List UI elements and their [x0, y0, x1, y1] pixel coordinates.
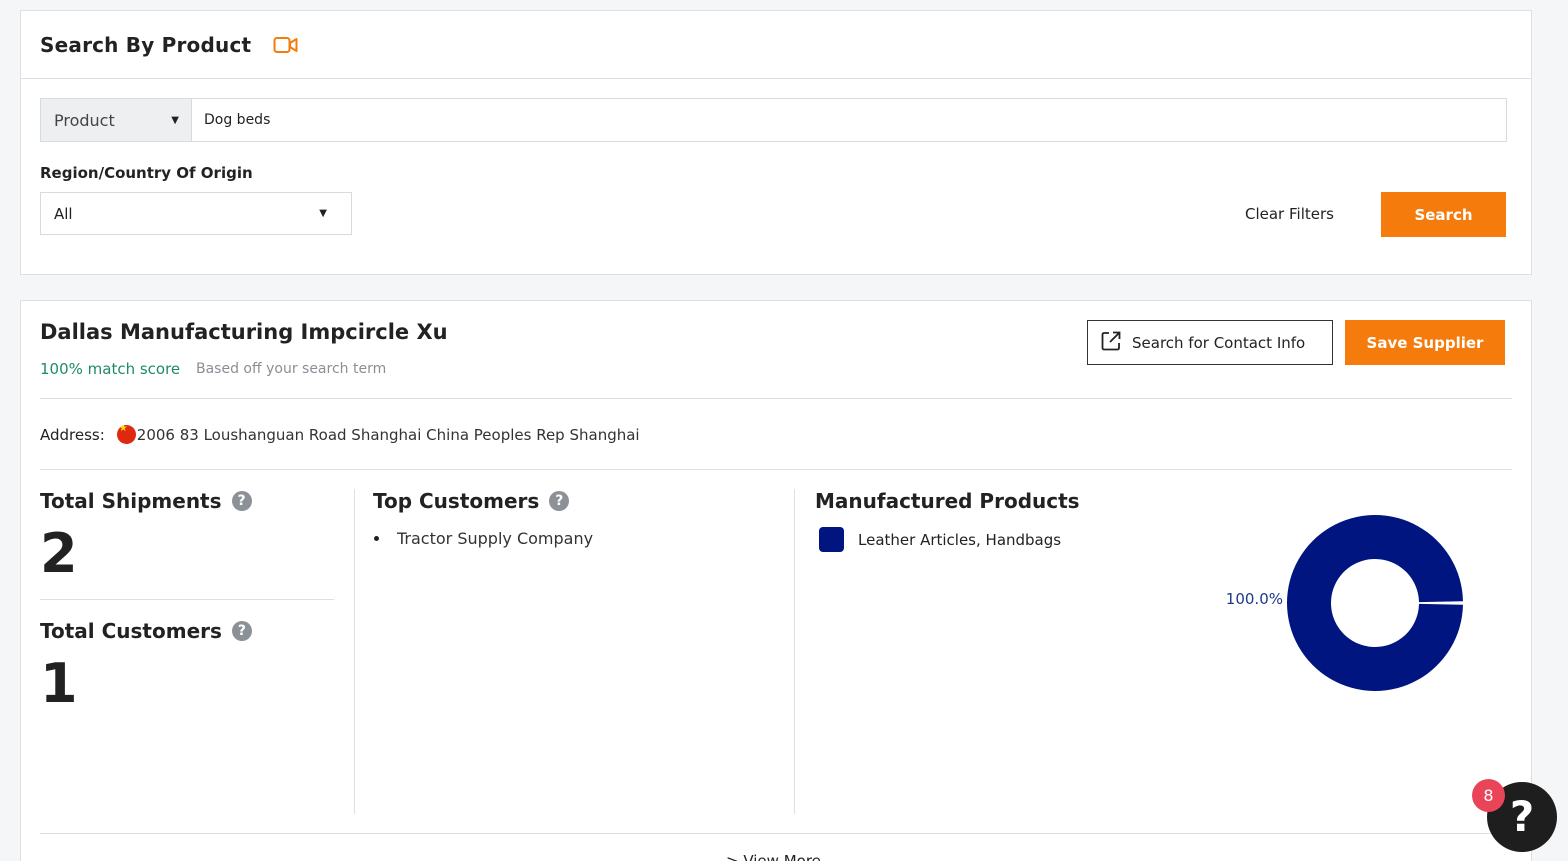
divider	[40, 398, 1512, 399]
slice-label: 100.0%	[1226, 590, 1283, 608]
column-divider	[794, 489, 795, 814]
total-customers-title: Total Customers ?	[40, 619, 252, 643]
total-customers-label: Total Customers	[40, 619, 222, 643]
china-flag-icon	[116, 425, 136, 444]
supplier-name: Dallas Manufacturing Impcircle Xu	[40, 320, 448, 344]
top-customers-label: Top Customers	[373, 489, 540, 513]
product-search-input[interactable]	[192, 99, 1506, 141]
donut-chart: 100.0%	[1226, 515, 1463, 691]
region-label: Region/Country Of Origin	[40, 164, 253, 182]
customer-name: Tractor Supply Company	[397, 529, 594, 548]
total-shipments-title: Total Shipments ?	[40, 489, 252, 513]
address-value: 2006 83 Loushanguan Road Shanghai China …	[136, 425, 640, 444]
donut-slice	[1287, 515, 1463, 691]
column-divider	[354, 489, 355, 814]
supplier-card: Dallas Manufacturing Impcircle Xu 100% m…	[20, 300, 1532, 861]
chevron-down-icon: ▼	[319, 208, 327, 219]
save-supplier-button[interactable]: Save Supplier	[1345, 320, 1505, 365]
clear-filters-button[interactable]: Clear Filters	[1245, 205, 1334, 223]
match-note: Based off your search term	[196, 361, 387, 377]
question-icon[interactable]: ?	[231, 491, 252, 511]
search-button[interactable]: Search	[1381, 192, 1506, 237]
question-icon[interactable]: ?	[549, 491, 570, 511]
top-customers-list: Tractor Supply Company	[373, 529, 593, 548]
product-search-row: Product ▼	[40, 98, 1507, 142]
search-header: Search By Product	[21, 11, 1531, 79]
address-row: Address: 2006 83 Loushanguan Road Shangh…	[40, 425, 640, 444]
search-contact-info-button[interactable]: Search for Contact Info	[1087, 320, 1333, 365]
search-type-select[interactable]: Product ▼	[41, 99, 192, 141]
divider	[40, 469, 1512, 470]
question-icon: ?	[1509, 792, 1535, 841]
total-shipments-value: 2	[40, 522, 78, 585]
video-camera-icon[interactable]	[273, 36, 299, 54]
legend-swatch	[819, 527, 844, 552]
contact-button-label: Search for Contact Info	[1132, 333, 1306, 352]
match-score: 100% match score	[40, 360, 181, 378]
address-label: Address:	[40, 425, 105, 444]
divider	[40, 833, 1512, 834]
divider	[40, 599, 334, 600]
list-item: Tractor Supply Company	[373, 529, 593, 548]
manufactured-products-title: Manufactured Products	[815, 489, 1080, 513]
view-more-link[interactable]: > View More	[726, 852, 821, 861]
question-icon[interactable]: ?	[231, 621, 252, 641]
manufactured-products-label: Manufactured Products	[815, 489, 1080, 513]
chart-legend: Leather Articles, Handbags	[819, 527, 1061, 552]
chevron-down-icon: ▼	[171, 114, 179, 126]
external-link-icon	[1100, 330, 1122, 356]
total-shipments-label: Total Shipments	[40, 489, 222, 513]
search-card: Search By Product Product ▼ Region/Count…	[20, 10, 1532, 275]
region-value: All	[54, 204, 73, 223]
search-title: Search By Product	[40, 32, 252, 57]
notification-badge: 8	[1472, 779, 1505, 812]
total-customers-value: 1	[40, 652, 78, 715]
top-customers-title: Top Customers ?	[373, 489, 570, 513]
legend-label: Leather Articles, Handbags	[858, 530, 1062, 549]
region-select[interactable]: All ▼	[40, 192, 352, 235]
search-type-value: Product	[54, 110, 115, 130]
